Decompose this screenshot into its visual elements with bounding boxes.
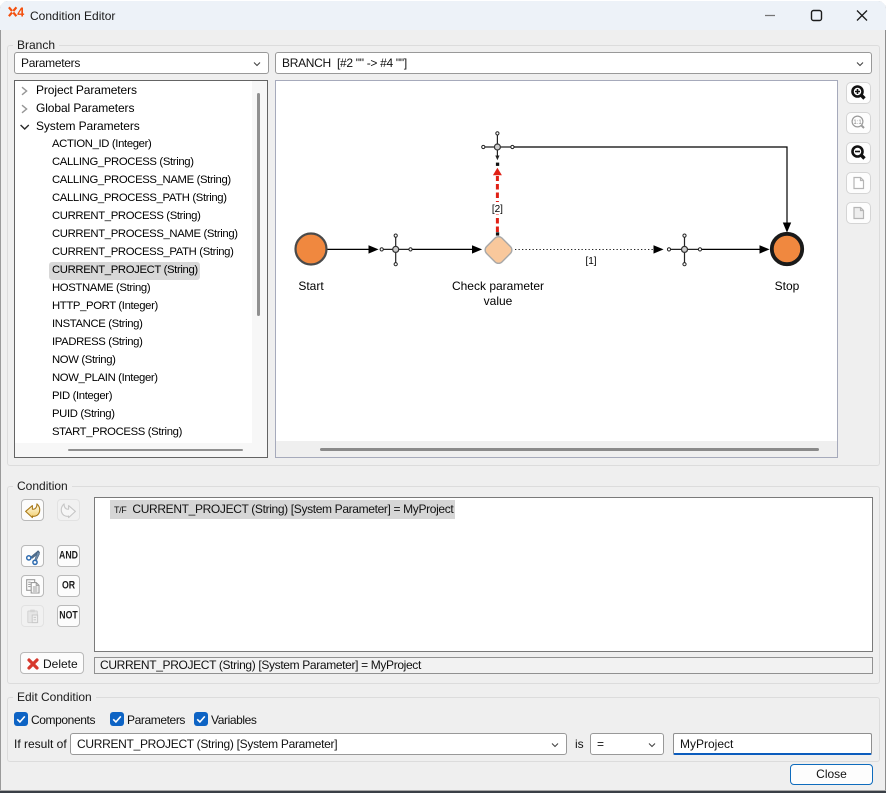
svg-text:1:1: 1:1 (853, 120, 862, 126)
svg-text:4: 4 (17, 6, 24, 18)
svg-text:Start: Start (298, 279, 324, 293)
svg-text:[2]: [2] (492, 204, 503, 215)
svg-text:Stop: Stop (775, 279, 800, 293)
svg-text:value: value (484, 294, 513, 308)
svg-text:Check parameter: Check parameter (452, 279, 544, 293)
svg-text:[1]: [1] (585, 256, 596, 267)
